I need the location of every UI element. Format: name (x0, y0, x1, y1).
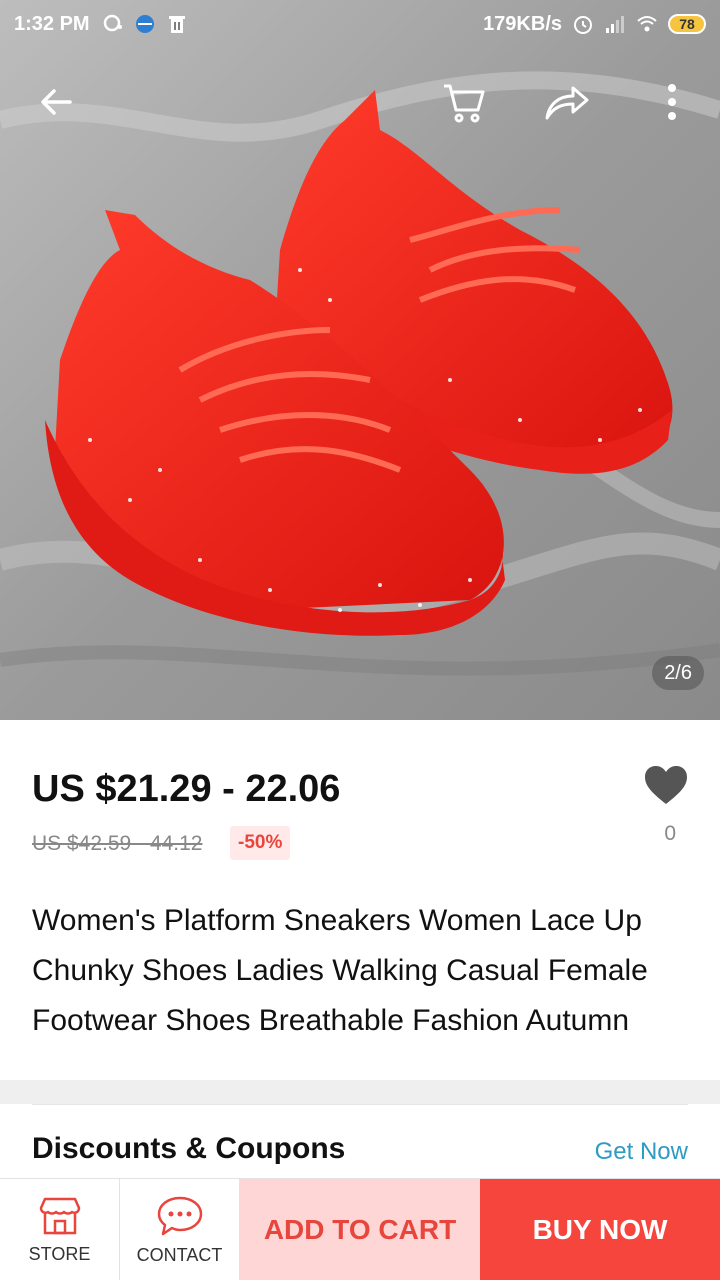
more-button[interactable] (640, 70, 704, 134)
coupons-row[interactable]: Discounts & Coupons Get Now (0, 1104, 720, 1184)
bottom-action-bar: STORE CONTACT ADD TO CART BUY NOW (0, 1178, 720, 1280)
discount-badge: -50% (230, 826, 291, 860)
wishlist-button[interactable] (642, 762, 690, 810)
status-bar: 1:32 PM 179KB/s 78 (0, 0, 720, 48)
more-vertical-icon (668, 84, 676, 120)
coupons-label: Discounts & Coupons (32, 1132, 346, 1165)
wifi-icon (637, 16, 657, 32)
heart-icon (645, 766, 687, 804)
image-counter: 2/6 (652, 656, 704, 690)
get-now-link[interactable]: Get Now (595, 1138, 688, 1166)
buy-now-button[interactable]: BUY NOW (480, 1179, 720, 1280)
alarm-icon (574, 16, 592, 34)
back-button[interactable] (24, 70, 88, 134)
store-button[interactable]: STORE (0, 1179, 120, 1280)
product-info: US $21.29 - 22.06 US $42.59 - 44.12 -50%… (0, 720, 720, 1080)
back-arrow-icon (41, 89, 72, 115)
wishlist-count: 0 (664, 822, 676, 845)
section-divider (0, 1080, 720, 1104)
status-time: 1:32 PM (14, 12, 90, 35)
browser-icon (135, 15, 154, 33)
share-icon (545, 86, 589, 120)
add-to-cart-button[interactable]: ADD TO CART (240, 1179, 480, 1280)
cart-button[interactable] (432, 70, 496, 134)
signal-icon (606, 16, 624, 33)
cart-icon (444, 84, 485, 123)
store-icon (39, 1197, 80, 1234)
product-page: 1:32 PM 179KB/s 78 2/6 US $21.29 - 22.06… (0, 0, 720, 1280)
chat-icon (157, 1196, 202, 1235)
trash-icon (168, 16, 185, 33)
image-top-nav (0, 70, 720, 140)
contact-label: CONTACT (136, 1244, 223, 1265)
coupons-top-line (32, 1104, 688, 1105)
product-title: Women's Platform Sneakers Women Lace Up … (32, 904, 648, 1037)
chat-bubble-icon (103, 14, 122, 32)
share-button[interactable] (534, 70, 598, 134)
network-speed: 179KB/s (483, 12, 562, 35)
original-price: US $42.59 - 44.12 (32, 832, 203, 855)
battery-icon: 78 (668, 14, 706, 34)
contact-button[interactable]: CONTACT (120, 1179, 240, 1280)
product-price: US $21.29 - 22.06 (32, 768, 341, 810)
store-label: STORE (28, 1243, 91, 1264)
